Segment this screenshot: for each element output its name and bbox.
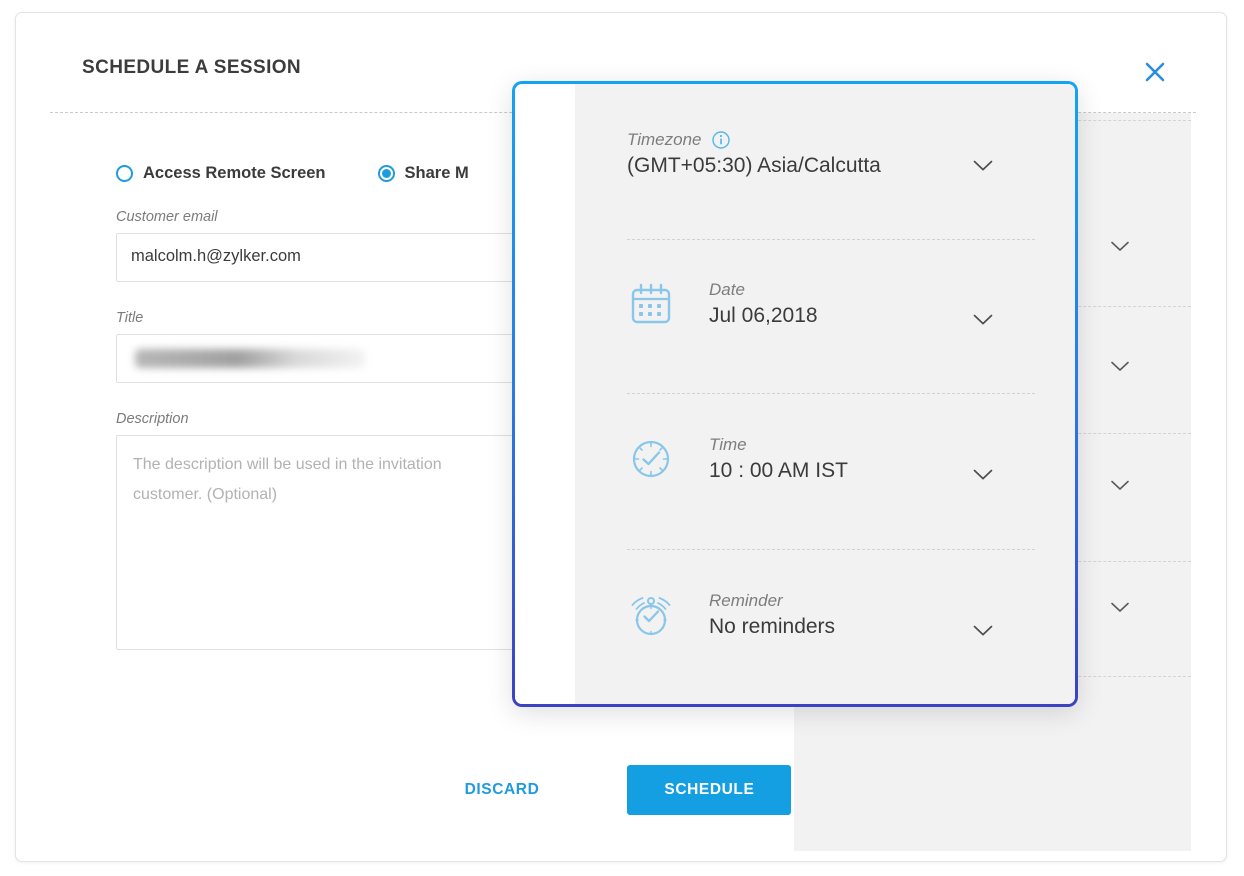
schedule-options-popup: Timezone (GMT+05:30) Asia/Calcutta Date … bbox=[512, 81, 1078, 707]
timezone-texts: Timezone (GMT+05:30) Asia/Calcutta bbox=[627, 130, 881, 178]
chevron-down-icon[interactable] bbox=[1111, 239, 1129, 251]
date-value: Jul 06,2018 bbox=[709, 304, 818, 327]
chevron-down-icon[interactable] bbox=[973, 159, 993, 171]
reminder-label: Reminder bbox=[709, 591, 783, 610]
time-texts: Time 10 : 00 AM IST bbox=[709, 435, 848, 483]
chevron-down-icon[interactable] bbox=[973, 313, 993, 325]
time-value: 10 : 00 AM IST bbox=[709, 459, 848, 482]
redacted-title-text bbox=[135, 349, 365, 368]
date-label: Date bbox=[709, 280, 745, 299]
close-icon[interactable] bbox=[1142, 59, 1168, 85]
chevron-down-icon[interactable] bbox=[1111, 478, 1129, 490]
timezone-label-text: Timezone bbox=[627, 130, 702, 149]
radio-indicator-selected bbox=[377, 164, 395, 182]
alarm-icon bbox=[627, 591, 675, 639]
popup-divider bbox=[627, 239, 1035, 240]
popup-divider bbox=[627, 549, 1035, 550]
clock-icon bbox=[627, 435, 675, 483]
reminder-value: No reminders bbox=[709, 615, 836, 638]
popup-inner: Timezone (GMT+05:30) Asia/Calcutta Date … bbox=[515, 84, 1075, 704]
chevron-down-icon[interactable] bbox=[973, 624, 993, 636]
radio-access-remote-screen[interactable]: Access Remote Screen bbox=[116, 164, 326, 183]
radio-label: Access Remote Screen bbox=[143, 163, 326, 182]
radio-share-my-screen[interactable]: Share M bbox=[377, 163, 469, 183]
dialog-footer: DISCARD SCHEDULE bbox=[16, 765, 1226, 815]
date-texts: Date Jul 06,2018 bbox=[709, 280, 818, 328]
timezone-label: Timezone bbox=[627, 130, 881, 150]
popup-divider bbox=[627, 393, 1035, 394]
chevron-down-icon[interactable] bbox=[973, 468, 993, 480]
page-title: SCHEDULE A SESSION bbox=[82, 57, 302, 78]
discard-button[interactable]: DISCARD bbox=[453, 771, 552, 809]
radio-indicator bbox=[116, 164, 133, 182]
calendar-icon bbox=[627, 280, 675, 328]
chevron-down-icon[interactable] bbox=[1111, 600, 1129, 612]
info-icon[interactable] bbox=[711, 131, 730, 149]
reminder-texts: Reminder No reminders bbox=[709, 591, 835, 639]
radio-label: Share M bbox=[404, 163, 469, 182]
schedule-button[interactable]: SCHEDULE bbox=[627, 765, 792, 815]
chevron-down-icon[interactable] bbox=[1111, 359, 1129, 371]
timezone-value: (GMT+05:30) Asia/Calcutta bbox=[627, 154, 881, 177]
time-label: Time bbox=[709, 435, 747, 454]
screen-root: SCHEDULE A SESSION Access Remote Screen … bbox=[0, 0, 1244, 876]
popup-content: Timezone (GMT+05:30) Asia/Calcutta Date … bbox=[575, 84, 1075, 704]
